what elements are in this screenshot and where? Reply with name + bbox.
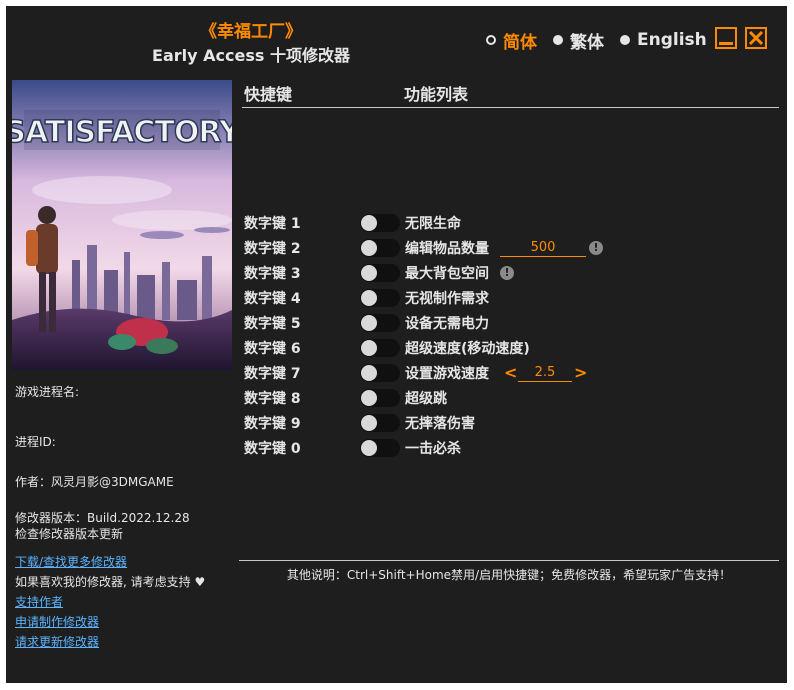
hotkey-label: 数字键 7 <box>244 365 301 382</box>
cheat-toggle[interactable] <box>360 363 400 382</box>
function-label: 无摔落伤害 <box>405 415 475 432</box>
cheat-toggle[interactable] <box>360 263 400 282</box>
function-label: 超级跳 <box>405 390 447 407</box>
request-trainer-link[interactable]: 申请制作修改器 <box>15 614 99 630</box>
cover-logo: SATISFACTORY <box>12 115 232 150</box>
language-selector: 简体 繁体 English <box>486 28 723 53</box>
toggle-knob <box>361 439 377 456</box>
footer-note: 其他说明：Ctrl+Shift+Home禁用/启用快捷键；免费修改器，希望玩家广… <box>286 568 732 582</box>
cheat-toggle[interactable] <box>360 313 400 332</box>
function-label: 一击必杀 <box>405 440 461 457</box>
lang-traditional-label: 繁体 <box>570 32 604 53</box>
cheat-table-header: 快捷键 功能列表 <box>242 84 779 108</box>
process-id-label: 进程ID: <box>15 435 56 449</box>
radio-icon <box>620 35 630 45</box>
support-message: 如果喜欢我的修改器, 请考虑支持 <box>15 575 191 589</box>
function-label: 无限生命 <box>405 215 461 232</box>
toggle-knob <box>361 239 377 256</box>
decrease-speed-button[interactable]: < <box>504 363 517 382</box>
cheat-row: 数字键 0 一击必杀 <box>242 435 779 460</box>
cheat-row: 数字键 4 无视制作需求 <box>242 285 779 310</box>
cheat-toggle[interactable] <box>360 438 400 457</box>
function-label: 无视制作需求 <box>405 290 489 307</box>
cheat-row: 数字键 9 无摔落伤害 <box>242 410 779 435</box>
function-label: 设备无需电力 <box>405 315 489 332</box>
cheat-toggle[interactable] <box>360 338 400 357</box>
cheat-row: 数字键 2 编辑物品数量 ! <box>242 235 779 260</box>
toggle-knob <box>361 314 377 331</box>
cheat-row: 数字键 3 最大背包空间 ! <box>242 260 779 285</box>
cheat-row: 数字键 6 超级速度(移动速度) <box>242 335 779 360</box>
cheat-toggle[interactable] <box>360 238 400 257</box>
cheat-row: 数字键 5 设备无需电力 <box>242 310 779 335</box>
close-icon <box>748 30 764 46</box>
hotkey-label: 数字键 9 <box>244 415 301 432</box>
minimize-button[interactable] <box>715 27 737 49</box>
check-update-link[interactable]: 检查修改器版本更新 <box>15 526 123 542</box>
title-block: 《幸福工厂》 Early Access 十项修改器 <box>86 20 416 68</box>
item-quantity-input[interactable] <box>500 238 586 257</box>
toggle-knob <box>361 339 377 356</box>
cheat-toggle[interactable] <box>360 388 400 407</box>
warning-icon[interactable]: ! <box>500 265 514 280</box>
hotkey-label: 数字键 1 <box>244 215 301 232</box>
support-text: 如果喜欢我的修改器, 请考虑支持 ♥ <box>15 574 205 590</box>
hotkey-label: 数字键 2 <box>244 240 301 257</box>
function-label: 超级速度(移动速度) <box>405 340 530 357</box>
hotkey-label: 数字键 5 <box>244 315 301 332</box>
hotkey-label: 数字键 6 <box>244 340 301 357</box>
game-title: 《幸福工厂》 <box>200 22 302 42</box>
radio-icon <box>553 35 563 45</box>
cheat-toggle[interactable] <box>360 213 400 232</box>
toggle-knob <box>361 364 377 381</box>
trainer-window: 《幸福工厂》 Early Access 十项修改器 简体 繁体 English <box>6 6 787 683</box>
toggle-knob <box>361 389 377 406</box>
heart-icon: ♥ <box>194 575 206 589</box>
lang-simplified-label: 简体 <box>503 32 537 53</box>
trainer-subtitle: Early Access 十项修改器 <box>152 46 350 65</box>
function-label: 编辑物品数量 <box>405 240 489 257</box>
hotkey-label: 数字键 4 <box>244 290 301 307</box>
game-cover-image: SATISFACTORY <box>12 80 232 370</box>
increase-speed-button[interactable]: > <box>574 363 587 382</box>
close-button[interactable] <box>745 27 767 49</box>
warning-icon[interactable]: ! <box>589 240 603 255</box>
hotkey-label: 数字键 8 <box>244 390 301 407</box>
hotkey-label: 数字键 0 <box>244 440 301 457</box>
download-more-link[interactable]: 下载/查找更多修改器 <box>15 554 127 570</box>
game-speed-input[interactable] <box>518 363 572 382</box>
cover-art: SATISFACTORY <box>12 80 232 370</box>
column-function: 功能列表 <box>404 85 469 104</box>
cheat-row: 数字键 1 无限生命 <box>242 210 779 235</box>
radio-icon <box>486 35 496 45</box>
cheat-toggle[interactable] <box>360 288 400 307</box>
cheat-row: 数字键 7 设置游戏速度 < > <box>242 360 779 385</box>
toggle-knob <box>361 214 377 231</box>
lang-english-label: English <box>637 30 707 50</box>
function-label: 最大背包空间 <box>405 265 489 282</box>
hotkey-label: 数字键 3 <box>244 265 301 282</box>
toggle-knob <box>361 414 377 431</box>
toggle-knob <box>361 289 377 306</box>
version-text: 修改器版本：Build.2022.12.28 <box>15 511 190 525</box>
window-controls <box>715 27 775 49</box>
lang-traditional[interactable]: 繁体 <box>553 28 604 53</box>
footer-divider <box>239 560 779 561</box>
cheat-toggle[interactable] <box>360 413 400 432</box>
lang-simplified[interactable]: 简体 <box>486 28 537 53</box>
lang-english[interactable]: English <box>620 30 707 50</box>
support-author-link[interactable]: 支持作者 <box>15 594 63 610</box>
process-name-label: 游戏进程名: <box>15 385 80 399</box>
request-update-link[interactable]: 请求更新修改器 <box>15 634 99 650</box>
toggle-knob <box>361 264 377 281</box>
author-text: 作者：风灵月影@3DMGAME <box>15 475 174 489</box>
cheat-row: 数字键 8 超级跳 <box>242 385 779 410</box>
column-hotkey: 快捷键 <box>244 85 293 104</box>
function-label: 设置游戏速度 <box>405 365 489 382</box>
